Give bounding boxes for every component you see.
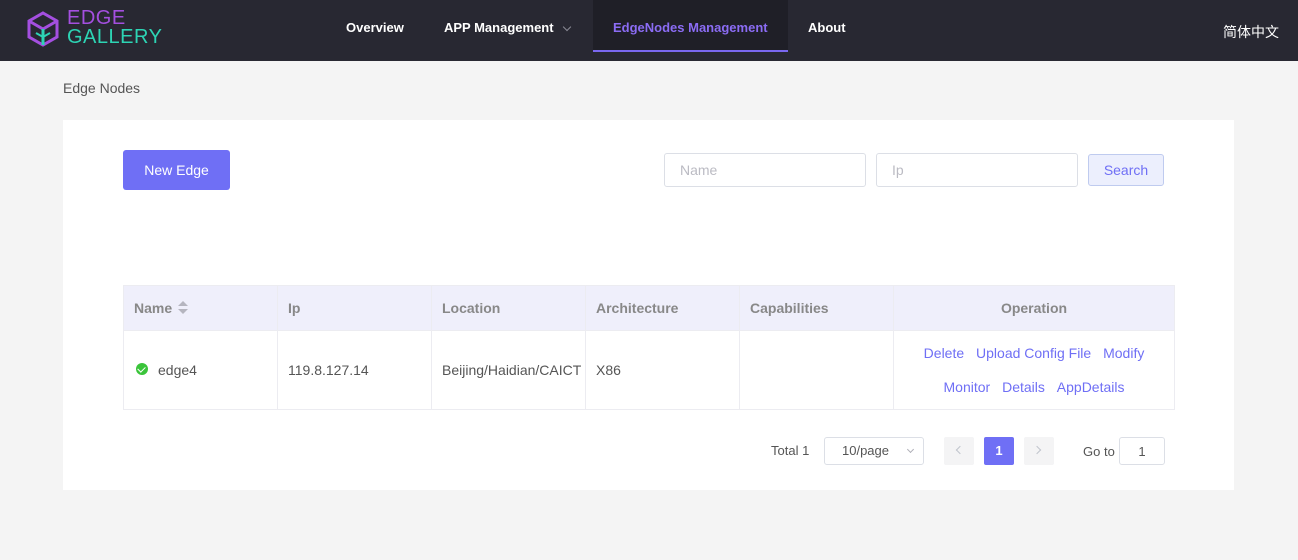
app-details-link[interactable]: AppDetails: [1057, 379, 1125, 395]
upload-config-file-link[interactable]: Upload Config File: [976, 345, 1091, 361]
nav-overview-label: Overview: [346, 20, 404, 35]
logo-text-gallery: GALLERY: [67, 26, 163, 48]
table-header-row: Name Ip Location Architecture Capabiliti…: [123, 285, 1175, 331]
cell-architecture: X86: [585, 330, 740, 410]
nav-edgenodes-label: EdgeNodes Management: [613, 20, 768, 35]
page-size-select[interactable]: 10/page: [824, 437, 924, 465]
modify-link[interactable]: Modify: [1103, 345, 1144, 361]
top-navbar: EDGE GALLERY Overview APP Management Edg…: [0, 0, 1298, 61]
column-header-operation: Operation: [893, 285, 1175, 331]
column-header-ip: Ip: [277, 285, 432, 331]
node-name: edge4: [158, 362, 197, 378]
nav-about-label: About: [808, 20, 846, 35]
goto-page-input[interactable]: [1119, 437, 1165, 465]
breadcrumb: Edge Nodes: [63, 80, 141, 96]
name-search-input[interactable]: [664, 153, 866, 187]
cell-name: edge4: [123, 330, 278, 410]
pagination-total: Total 1: [771, 443, 810, 458]
column-header-capabilities: Capabilities: [739, 285, 894, 331]
column-header-name[interactable]: Name: [123, 285, 278, 331]
column-header-location: Location: [431, 285, 586, 331]
details-link[interactable]: Details: [1002, 379, 1045, 395]
cell-operation: Delete Upload Config File Modify Monitor…: [893, 330, 1175, 410]
cell-capabilities: [739, 330, 894, 410]
nav-about[interactable]: About: [788, 0, 866, 52]
table-row: edge4 119.8.127.14 Beijing/Haidian/CAICT…: [123, 330, 1175, 410]
sort-icon[interactable]: [178, 301, 189, 315]
delete-link[interactable]: Delete: [924, 345, 964, 361]
cell-ip: 119.8.127.14: [277, 330, 432, 410]
page-number-current[interactable]: 1: [984, 437, 1014, 465]
chevron-left-icon: [955, 445, 965, 455]
column-header-architecture: Architecture: [585, 285, 740, 331]
online-status-icon: [136, 363, 148, 376]
edge-nodes-panel: New Edge Search Name Ip Location Archite…: [63, 120, 1234, 490]
page-size-value: 10/page: [842, 443, 889, 458]
edge-nodes-table: Name Ip Location Architecture Capabiliti…: [123, 285, 1175, 410]
nav-overview[interactable]: Overview: [326, 0, 424, 52]
cell-location: Beijing/Haidian/CAICT: [431, 330, 586, 410]
chevron-down-icon: [562, 22, 571, 32]
nav-app-management-label: APP Management: [444, 20, 554, 35]
nav-app-management[interactable]: APP Management: [424, 0, 590, 52]
prev-page-button[interactable]: [944, 437, 974, 465]
search-button[interactable]: Search: [1088, 154, 1164, 186]
goto-label: Go to: [1083, 444, 1115, 459]
ip-search-input[interactable]: [876, 153, 1078, 187]
chevron-right-icon: [1032, 445, 1042, 455]
chevron-down-icon: [906, 445, 915, 454]
next-page-button[interactable]: [1024, 437, 1054, 465]
new-edge-button[interactable]: New Edge: [123, 150, 230, 190]
cube-logo-icon: [27, 11, 59, 47]
nav-edgenodes-management[interactable]: EdgeNodes Management: [593, 0, 788, 52]
language-switch[interactable]: 简体中文: [1223, 22, 1279, 42]
edgegallery-logo[interactable]: EDGE GALLERY: [26, 8, 166, 50]
monitor-link[interactable]: Monitor: [944, 379, 991, 395]
